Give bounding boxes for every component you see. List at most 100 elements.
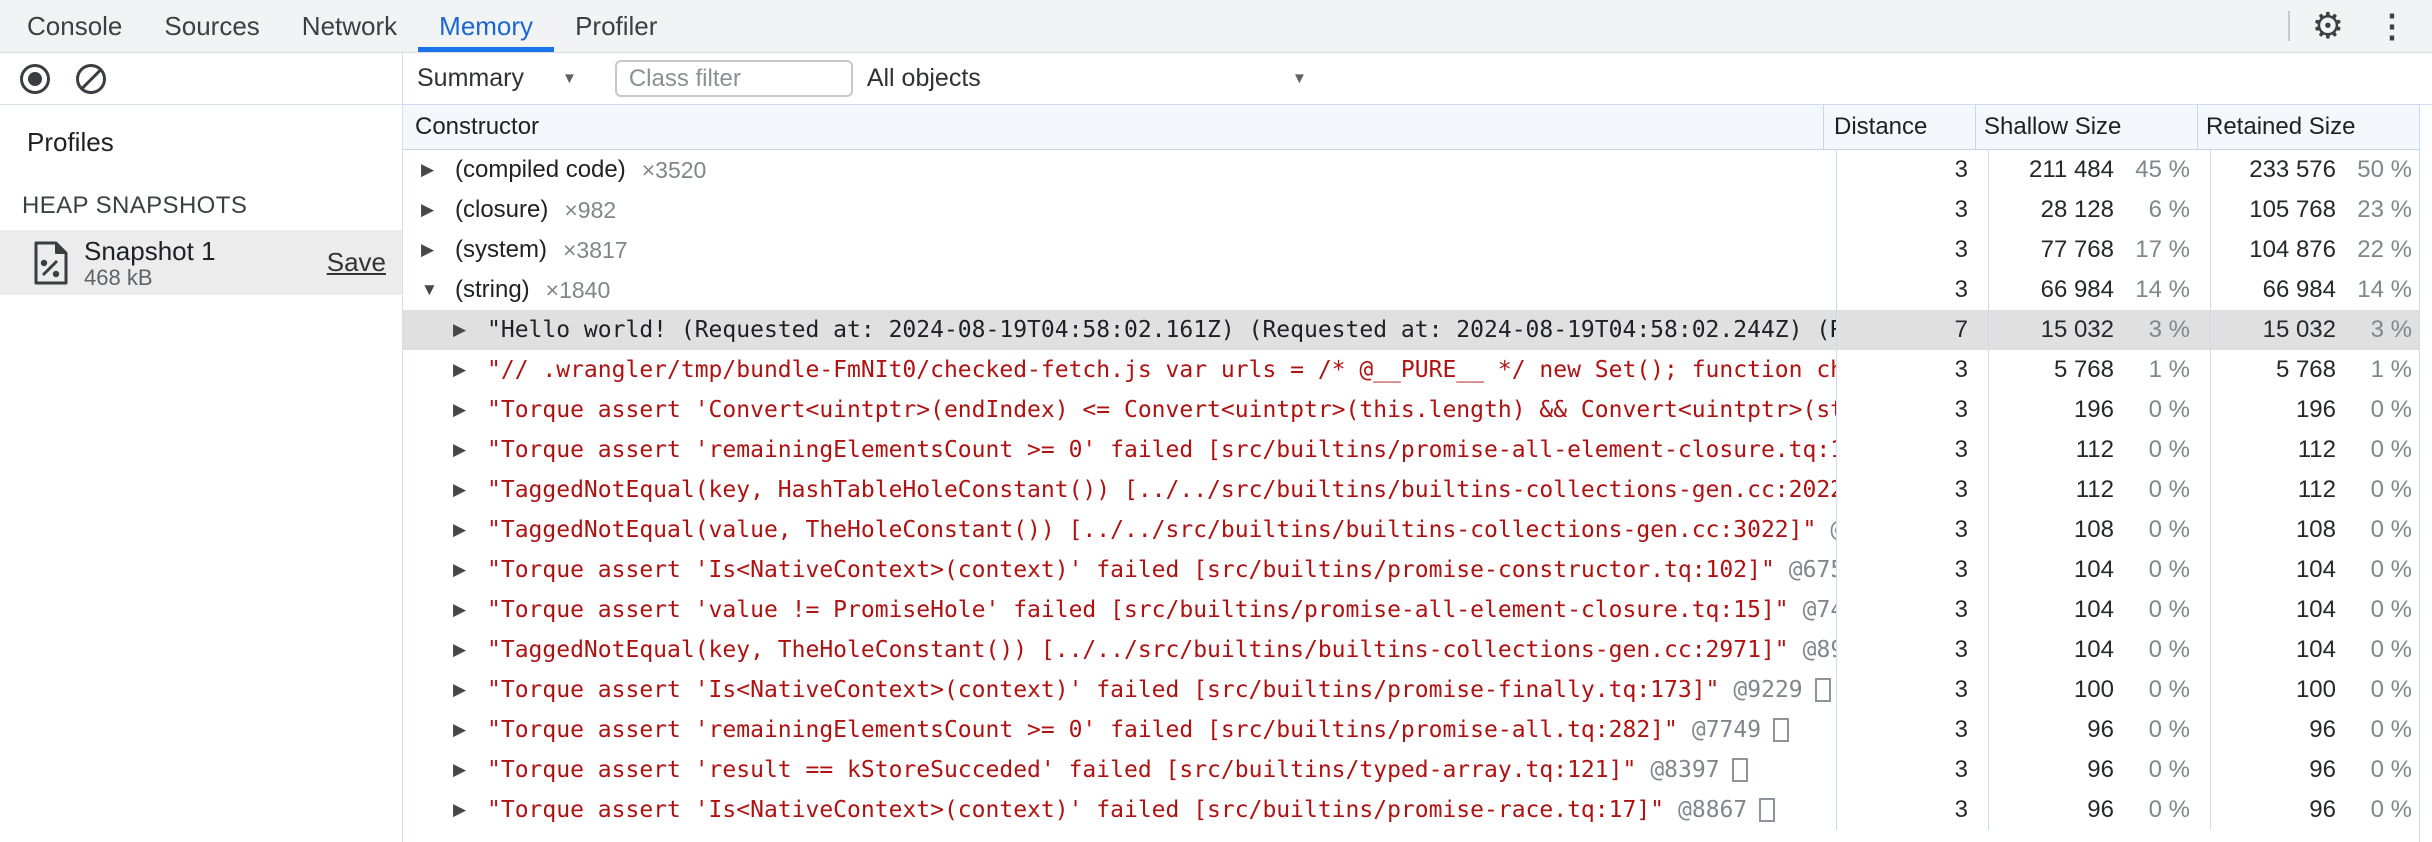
expand-arrow-icon[interactable]: ▶ [453,360,487,380]
table-row[interactable]: ▶ "Torque assert 'remainingElementsCount … [403,710,2432,750]
constructor-cell: ▶ "TaggedNotEqual(value, TheHoleConstant(… [403,510,1836,550]
size-percent: 50 % [2357,156,2412,183]
expand-arrow-icon[interactable]: ▶ [453,800,487,820]
clear-profiles-icon[interactable] [76,63,106,94]
table-row[interactable]: ▶ "Torque assert 'remainingElementsCount … [403,430,2432,470]
distance-cell: 3 [1836,270,1988,310]
retained-size-cell: 104 0 % [2210,590,2432,630]
tab-memory[interactable]: Memory [418,0,554,52]
constructor-name: (compiled code) [455,156,626,183]
expand-arrow-icon[interactable]: ▶ [453,440,487,460]
expand-arrow-icon[interactable]: ▶ [421,200,455,220]
shallow-size-cell: 5 768 1 % [1988,350,2210,390]
expand-arrow-icon[interactable]: ▶ [453,320,487,340]
column-header-retained-size[interactable]: Retained Size [2197,105,2419,149]
expand-arrow-icon[interactable]: ▶ [453,400,487,420]
unknown-character-box [1731,758,1748,782]
retained-size-cell: 104 0 % [2210,550,2432,590]
table-row[interactable]: ▶ "TaggedNotEqual(key, HashTableHoleConst… [403,470,2432,510]
objects-scope-select[interactable]: All objects ▼ [867,64,1307,93]
table-row[interactable]: ▶ "Hello world! (Requested at: 2024-08-19… [403,310,2432,350]
record-heap-snapshot-icon[interactable] [20,63,50,94]
profiles-sidebar-toolbar [0,53,402,105]
unknown-character-box [1759,798,1776,822]
constructor-name: (string) [455,276,530,303]
distance-cell: 3 [1836,670,1988,710]
class-filter-input[interactable] [614,60,853,97]
size-percent: 14 % [2357,276,2412,303]
expand-arrow-icon[interactable]: ▶ [421,240,455,260]
tab-network[interactable]: Network [281,0,418,52]
tab-sources[interactable]: Sources [143,0,280,52]
expand-arrow-icon[interactable]: ▶ [453,680,487,700]
size-percent: 0 % [2370,516,2412,543]
table-row[interactable]: ▶ "Torque assert 'value != PromiseHole' f… [403,590,2432,630]
table-row[interactable]: ▶ "TaggedNotEqual(key, TheHoleConstant())… [403,630,2432,670]
table-row[interactable]: ▶ "// .wrangler/tmp/bundle-FmNIt0/checked… [403,350,2432,390]
size-value: 112 [2075,476,2114,503]
shallow-size-cell: 96 0 % [1988,750,2210,790]
size-value: 96 [2087,716,2114,743]
object-id: @8867 [1678,797,1748,823]
instance-count: ×3817 [563,236,628,263]
profiles-label: Profiles [27,127,114,157]
perspective-select[interactable]: Summary ▼ [417,64,577,93]
column-header-distance[interactable]: Distance [1823,105,1975,149]
table-row[interactable]: ▶ "TaggedNotEqual(value, TheHoleConstant(… [403,510,2432,550]
constructor-name: "// .wrangler/tmp/bundle-FmNIt0/checked-… [487,357,1836,383]
heap-snapshot-file-icon [34,241,68,284]
retained-size-cell: 15 032 3 % [2210,310,2432,350]
table-row[interactable]: ▶ (closure) ×982 3 28 128 6 % 105 768 23 % [403,190,2432,230]
more-options-kebab-icon[interactable]: ⋮ [2370,10,2414,42]
size-percent: 23 % [2357,196,2412,223]
size-value: 104 [2073,636,2114,663]
expand-arrow-icon[interactable]: ▶ [453,600,487,620]
table-row[interactable]: ▼ (string) ×1840 3 66 984 14 % 66 984 14 % [403,270,2432,310]
table-row[interactable]: ▶ (system) ×3817 3 77 768 17 % 104 876 22 % [403,230,2432,270]
size-value: 104 876 [2249,236,2336,263]
column-header-constructor[interactable]: Constructor [403,105,1823,149]
settings-gear-icon[interactable]: ⚙ [2312,8,2344,44]
sidebar-item-snapshot-1[interactable]: Snapshot 1 468 kB Save [0,230,402,295]
expand-arrow-icon[interactable]: ▶ [453,520,487,540]
perspective-select-value: Summary [417,64,524,92]
tab-profiler[interactable]: Profiler [554,0,678,52]
devtools-tabbar: Console Sources Network Memory Profiler … [0,0,2432,53]
object-id: @8945 [1802,637,1836,663]
expand-arrow-icon[interactable]: ▶ [453,640,487,660]
expand-arrow-icon[interactable]: ▶ [453,760,487,780]
expand-arrow-icon[interactable]: ▶ [453,720,487,740]
size-value: 104 [2073,596,2114,623]
shallow-size-cell: 104 0 % [1988,550,2210,590]
devtools-body: Profiles HEAP SNAPSHOTS Snapshot 1 468 k… [0,53,2432,842]
vertical-scrollbar-track[interactable] [2419,105,2432,842]
size-percent: 22 % [2357,236,2412,263]
distance-cell: 3 [1836,430,1988,470]
column-header-shallow-size[interactable]: Shallow Size [1975,105,2197,149]
size-percent: 0 % [2370,756,2412,783]
shallow-size-cell: 100 0 % [1988,670,2210,710]
table-row[interactable]: ▶ "Torque assert 'Is<NativeContext>(conte… [403,670,2432,710]
snapshot-size: 468 kB [84,264,153,290]
shallow-size-cell: 104 0 % [1988,630,2210,670]
expand-arrow-icon[interactable]: ▶ [453,480,487,500]
table-row[interactable]: ▶ "Torque assert 'Convert<uintptr>(endInd… [403,390,2432,430]
collapse-arrow-icon[interactable]: ▼ [421,280,455,300]
size-value: 96 [2309,716,2336,743]
size-percent: 0 % [2148,516,2190,543]
size-value: 15 032 [2262,316,2336,343]
tab-console[interactable]: Console [6,0,143,52]
constructor-cell: ▶ "Torque assert 'Is<NativeContext>(conte… [403,550,1836,590]
expand-arrow-icon[interactable]: ▶ [453,560,487,580]
expand-arrow-icon[interactable]: ▶ [421,160,455,180]
constructor-cell: ▶ "TaggedNotEqual(key, TheHoleConstant())… [403,630,1836,670]
table-row[interactable]: ▶ "Torque assert 'Is<NativeContext>(conte… [403,550,2432,590]
table-row[interactable]: ▶ "Torque assert 'result == kStoreSuccede… [403,750,2432,790]
table-row[interactable]: ▶ (compiled code) ×3520 3 211 484 45 % 233 576… [403,150,2432,190]
distance-cell: 3 [1836,630,1988,670]
object-id: @6757 [1788,557,1836,583]
size-percent: 0 % [2370,796,2412,823]
tabbar-right-controls: ⚙ ⋮ [2287,0,2432,52]
table-row[interactable]: ▶ "Torque assert 'Is<NativeContext>(conte… [403,790,2432,830]
snapshot-save-link[interactable]: Save [327,247,386,278]
